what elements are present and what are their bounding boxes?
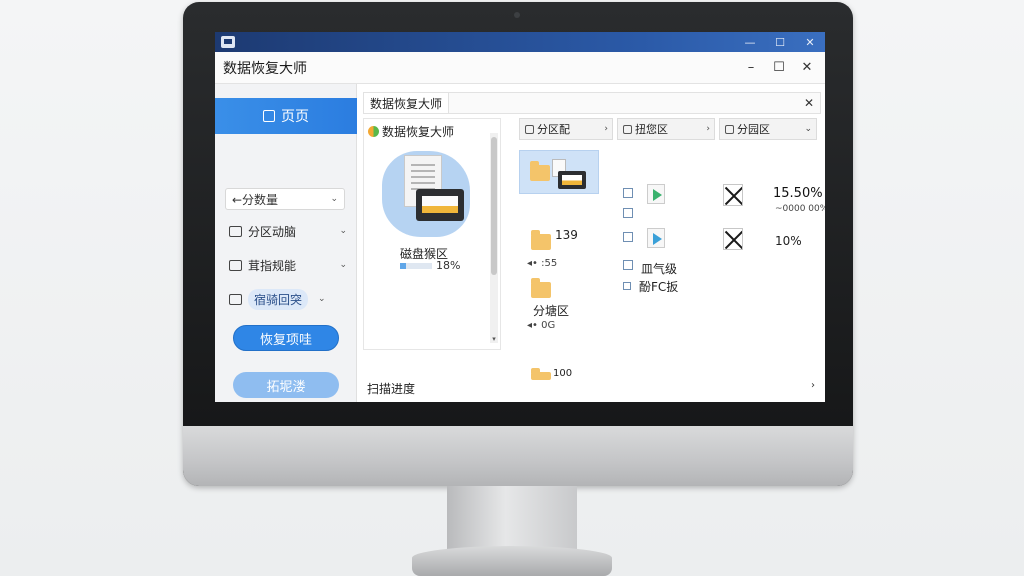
partition-count-select[interactable]: ←分数量 ⌄ — [225, 188, 345, 210]
file-size: 139 — [555, 228, 578, 242]
sidebar-home-button[interactable]: 页页 — [215, 98, 357, 134]
scan-progress-label: 扫描进度 — [367, 382, 416, 396]
chevron-down-icon: ⌄ — [339, 226, 347, 236]
tab-bar: 数据恢复大师 ✕ — [363, 92, 821, 114]
folder-size: ◂• 0G — [527, 320, 556, 331]
drive-label: 磁盘猴区 — [399, 247, 448, 261]
folder-icon[interactable] — [531, 278, 551, 298]
folder-icon — [530, 161, 550, 181]
grid-icon — [229, 259, 242, 271]
minimize-button[interactable]: – — [737, 56, 765, 80]
home-icon — [263, 110, 275, 122]
recover-button[interactable]: 恢复项哇 — [233, 325, 339, 351]
select-label: ←分数量 — [232, 192, 279, 207]
drive-progress-bar — [400, 263, 432, 269]
partition-icon — [725, 124, 734, 134]
file-checkbox[interactable] — [623, 282, 631, 290]
chevron-down-icon: ⌄ — [318, 294, 326, 304]
monitor-chin — [183, 426, 853, 486]
recovery-percent: 10% — [775, 234, 802, 248]
folder-name: 分塘区 — [533, 304, 570, 318]
column-header-label: 分园区 — [737, 123, 770, 136]
drive-panel: 数据恢复大师 磁盘猴区 18% ▾ — [363, 118, 501, 350]
sidebar-item-history[interactable]: 宿骑回突 ⌄ — [229, 288, 347, 310]
file-checkbox[interactable] — [623, 208, 633, 218]
sidebar-home-label: 页页 — [281, 109, 309, 125]
chevron-right-icon[interactable]: › — [811, 380, 815, 391]
webcam — [514, 12, 520, 18]
file-type-label: 皿气级 — [641, 262, 678, 276]
tablet-icon — [416, 189, 464, 221]
monitor-frame: — ☐ ✕ 数据恢复大师 – ☐ ✕ 页页 ←分数量 ⌄ 分区动脑 ⌄ 茸指规能… — [183, 2, 853, 486]
window-titlebar: — ☐ ✕ — [215, 32, 825, 52]
partition-icon — [525, 124, 534, 134]
drive-panel-scrollbar[interactable]: ▾ — [490, 133, 498, 343]
sidebar-item-partition[interactable]: 分区动脑 ⌄ — [229, 220, 347, 242]
clock-icon — [229, 293, 242, 305]
file-type-label: 酚FC扳 — [639, 280, 679, 294]
column-header-label: 扭您区 — [635, 123, 668, 136]
disk-illustration[interactable] — [382, 145, 470, 241]
monitor-icon — [229, 225, 242, 237]
broken-file-icon[interactable] — [723, 184, 743, 206]
scrollbar-thumb[interactable] — [491, 137, 497, 275]
file-checkbox[interactable] — [623, 232, 633, 242]
secondary-action-button[interactable]: 拓坭溇 — [233, 372, 339, 398]
chevron-down-icon: ⌄ — [804, 124, 812, 134]
sidebar-item-function[interactable]: 茸指规能 ⌄ — [229, 254, 347, 276]
drive-panel-heading: 数据恢复大师 — [368, 123, 454, 140]
app-title: 数据恢复大师 — [223, 60, 307, 77]
chevron-right-icon: › — [604, 124, 608, 134]
media-file-icon[interactable] — [647, 184, 665, 204]
column-header-type[interactable]: 扭您区 › — [617, 118, 715, 140]
chevron-right-icon: › — [706, 124, 710, 134]
recovery-percent-detail: ~0000 00% — [775, 204, 825, 214]
column-header-partition[interactable]: 分区配 › — [519, 118, 613, 140]
folder-icon[interactable] — [531, 230, 551, 250]
app-icon — [221, 36, 235, 48]
app-logo-icon — [368, 126, 379, 137]
maximize-button[interactable]: ☐ — [765, 56, 793, 80]
sidebar: 页页 ←分数量 ⌄ 分区动脑 ⌄ 茸指规能 ⌄ 宿骑回突 ⌄ 恢复项哇 拓坭溇 — [215, 84, 357, 402]
titlebar-minimize-button[interactable]: — — [735, 32, 765, 52]
tab-close-icon[interactable]: ✕ — [804, 96, 814, 110]
file-item-selected[interactable] — [519, 150, 599, 194]
drive-panel-title: 数据恢复大师 — [382, 125, 455, 139]
media-file-icon[interactable] — [647, 228, 665, 248]
tablet-icon — [558, 171, 586, 189]
drive-progress-fill — [400, 263, 406, 269]
file-checkbox[interactable] — [623, 188, 633, 198]
titlebar-close-button[interactable]: ✕ — [795, 32, 825, 52]
file-size-detail: ◂• :55 — [527, 258, 558, 269]
scroll-down-icon[interactable]: ▾ — [490, 335, 498, 343]
chevron-down-icon: ⌄ — [339, 260, 347, 270]
chevron-down-icon: ⌄ — [330, 194, 338, 204]
monitor-stand-neck — [447, 486, 577, 550]
tab-main[interactable]: 数据恢复大师 — [364, 93, 450, 113]
titlebar-maximize-button[interactable]: ☐ — [765, 32, 795, 52]
close-button[interactable]: ✕ — [793, 56, 821, 80]
recovery-percent: 15.50% — [773, 186, 823, 201]
sidebar-item-label: 分区动脑 — [248, 224, 297, 239]
column-header-label: 分区配 — [537, 123, 570, 136]
sidebar-item-label: 宿骑回突 — [248, 288, 309, 310]
broken-file-icon[interactable] — [723, 228, 743, 250]
main-content: 数据恢复大师 ✕ 数据恢复大师 磁盘猴区 18% ▾ 分区配 › 扭您区 › 分… — [363, 88, 825, 398]
sidebar-item-label: 茸指规能 — [248, 258, 297, 273]
app-header: 数据恢复大师 – ☐ ✕ — [215, 52, 825, 84]
column-header-status[interactable]: 分园区 ⌄ — [719, 118, 817, 140]
grid-icon — [623, 124, 632, 134]
folder-name: 100 — [553, 368, 573, 379]
folder-icon[interactable] — [531, 368, 551, 380]
file-checkbox[interactable] — [623, 260, 633, 270]
monitor-stand-base — [412, 546, 612, 576]
app-window: — ☐ ✕ 数据恢复大师 – ☐ ✕ 页页 ←分数量 ⌄ 分区动脑 ⌄ 茸指规能… — [215, 32, 825, 402]
drive-progress-percent: 18% — [436, 259, 461, 272]
